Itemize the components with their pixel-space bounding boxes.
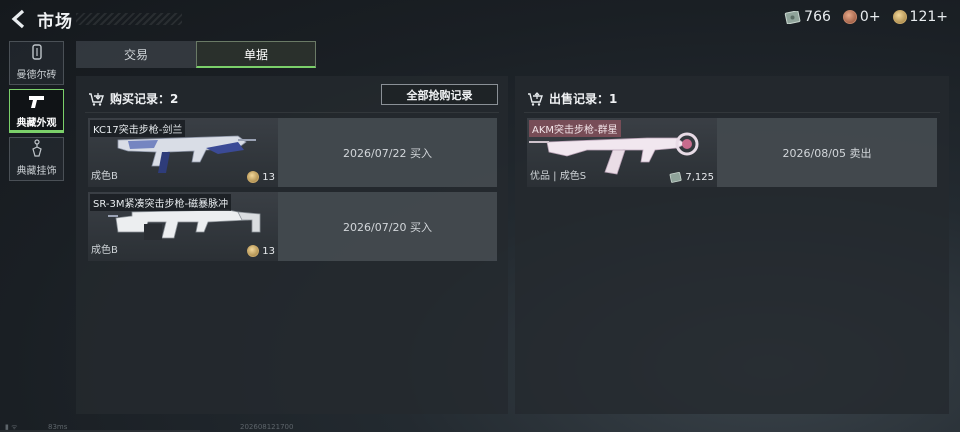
sale-records-panel: 出售记录：1 AKM突击步枪-群星 优品 | 成色S 7,125 2026/08… — [515, 76, 949, 414]
purchase-record[interactable]: KC17突击步枪-剑兰 成色B 13 2026/07/22 买入 — [88, 118, 497, 187]
back-arrow-icon[interactable] — [10, 9, 28, 29]
price-value: 7,125 — [685, 172, 714, 183]
cart-out-icon — [528, 91, 543, 106]
item-name: SR-3M紧凑突击步枪-磁暴脉冲 — [90, 194, 232, 211]
tab-bar: 交易 单据 — [76, 41, 316, 68]
price-value: 13 — [262, 245, 275, 257]
title-decoration — [76, 13, 182, 25]
sidebar-item-mandel-brick[interactable]: 曼德尔砖 — [9, 41, 64, 85]
price-value: 13 — [262, 171, 275, 183]
banknote-icon — [784, 10, 801, 24]
tab-orders[interactable]: 单据 — [196, 41, 316, 68]
currency-bar: 766 0+ 121+ — [784, 9, 948, 25]
gold-amount: 121+ — [909, 9, 948, 25]
copper-coin-icon — [842, 10, 857, 24]
record-item-card: AKM突击步枪-群星 优品 | 成色S 7,125 — [527, 118, 717, 187]
purchase-title: 购买记录：2 — [110, 92, 179, 106]
divider — [85, 112, 499, 113]
copper-amount: 0+ — [859, 9, 881, 25]
currency-banknote[interactable]: 766 — [784, 9, 831, 25]
tab-trade[interactable]: 交易 — [76, 41, 196, 68]
item-price: 13 — [247, 245, 275, 257]
record-date-info: 2026/07/22 买入 — [278, 118, 497, 187]
purchase-records-panel: 购买记录：2 全部抢购记录 KC17突击步枪-剑兰 成色B 13 2026/07… — [76, 76, 508, 414]
gold-coin-icon — [247, 245, 260, 257]
cart-in-icon — [89, 92, 104, 106]
sale-record[interactable]: AKM突击步枪-群星 优品 | 成色S 7,125 2026/08/05 卖出 — [527, 118, 937, 187]
item-grade: 成色B — [91, 245, 118, 256]
item-name: AKM突击步枪-群星 — [529, 120, 621, 137]
sidebar-item-label: 典藏挂饰 — [16, 166, 57, 177]
all-snipe-records-button[interactable]: 全部抢购记录 — [381, 84, 498, 105]
sale-title: 出售记录：1 — [549, 92, 618, 106]
banknote-amount: 766 — [804, 9, 831, 25]
currency-copper[interactable]: 0+ — [842, 9, 881, 25]
record-item-card: SR-3M紧凑突击步枪-磁暴脉冲 成色B 13 — [88, 192, 278, 261]
gold-coin-icon — [892, 10, 907, 24]
sidebar-item-label: 典藏外观 — [16, 118, 57, 129]
divider — [524, 112, 940, 113]
item-price: 13 — [247, 171, 275, 183]
purchase-header: 购买记录：2 — [88, 90, 178, 107]
status-bar: ▮ ᯤ 83ms 202608121700 — [0, 422, 960, 432]
pistol-icon — [28, 96, 44, 108]
sale-header: 出售记录：1 — [527, 90, 617, 107]
banknote-icon — [669, 172, 682, 183]
charm-icon — [31, 139, 42, 157]
gold-coin-icon — [247, 171, 260, 183]
top-bar: 市场 766 0+ 121+ — [0, 0, 960, 36]
sidebar-item-collection-skins[interactable]: 典藏外观 — [9, 89, 64, 133]
item-grade: 成色B — [91, 171, 118, 182]
item-price: 7,125 — [669, 172, 714, 183]
item-name: KC17突击步枪-剑兰 — [90, 120, 186, 137]
record-date-info: 2026/08/05 卖出 — [717, 118, 937, 187]
currency-gold[interactable]: 121+ — [892, 9, 948, 25]
build-code: 202608121700 — [240, 423, 294, 431]
side-nav: 曼德尔砖 典藏外观 典藏挂饰 — [9, 41, 64, 185]
page-title: 市场 — [37, 12, 73, 32]
record-date-info: 2026/07/20 买入 — [278, 192, 497, 261]
record-item-card: KC17突击步枪-剑兰 成色B 13 — [88, 118, 278, 187]
item-grade: 优品 | 成色S — [530, 171, 587, 182]
sidebar-item-collection-charms[interactable]: 典藏挂饰 — [9, 137, 64, 181]
sidebar-item-label: 曼德尔砖 — [16, 70, 57, 81]
purchase-record[interactable]: SR-3M紧凑突击步枪-磁暴脉冲 成色B 13 2026/07/20 买入 — [88, 192, 497, 261]
mandel-brick-icon — [31, 44, 42, 60]
